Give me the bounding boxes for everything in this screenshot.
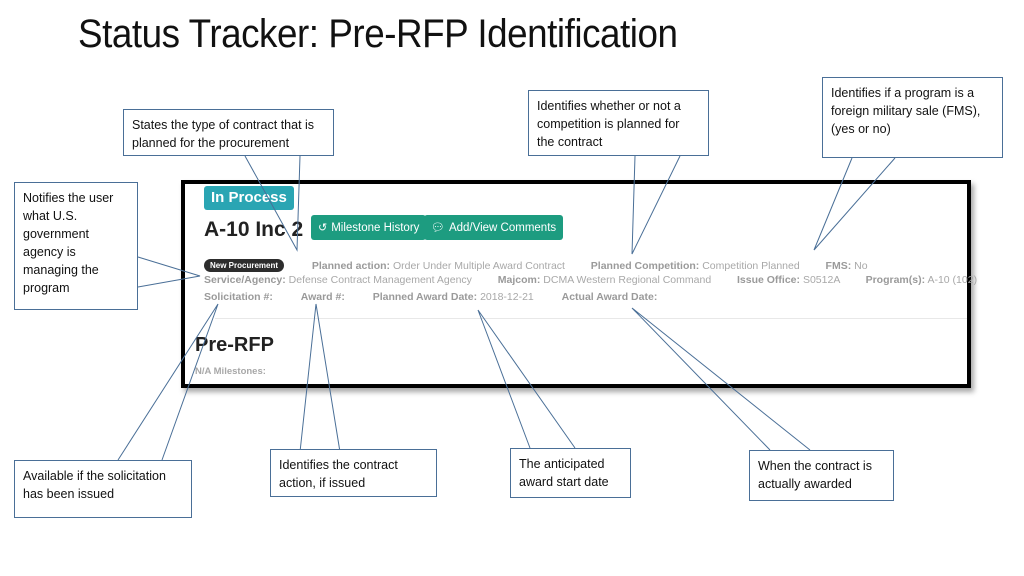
programs-label: Program(s): [865,274,926,286]
add-view-comments-button[interactable]: 💬︎ Add/View Comments [424,215,564,240]
slide-title: Status Tracker: Pre-RFP Identification [78,12,678,56]
callout-solicitation: Available if the solicitation has been i… [14,460,192,518]
program-title: A-10 Inc 2 [204,218,304,241]
fms-label: FMS: [825,260,852,272]
planned-action-value: Order Under Multiple Award Contract [392,260,565,272]
callout-fms: Identifies if a program is a foreign mil… [822,77,1003,158]
actual-award-date-label: Actual Award Date: [561,291,658,303]
fms-value: No [854,260,868,272]
callout-award: Identifies the contract action, if issue… [270,449,437,497]
section-title: Pre-RFP [195,334,274,356]
callout-actual-award-date: When the contract is actually awarded [749,450,894,501]
service-agency-value: Defense Contract Management Agency [288,274,472,286]
award-label: Award #: [300,291,345,303]
service-agency-label: Service/Agency: [204,274,286,286]
planned-award-date-value: 2018-12-21 [480,291,534,303]
info-row-1: New Procurement Planned action: Order Un… [204,259,868,272]
callout-agency: Notifies the user what U.S. government a… [14,182,138,310]
callout-competition: Identifies whether or not a competition … [528,90,709,156]
planned-action-label: Planned action: [311,260,391,272]
issue-office-label: Issue Office: [737,274,801,286]
milestones-label: N/A Milestones: [195,366,266,377]
planned-award-date-label: Planned Award Date: [372,291,478,303]
callout-planned-award-date: The anticipated award start date [510,448,631,498]
solicitation-label: Solicitation #: [204,291,273,303]
info-row-3: Solicitation #: Award #: Planned Award D… [204,291,657,303]
procurement-type-pill: New Procurement [204,259,285,272]
programs-value: A-10 (102) [927,274,978,286]
add-view-comments-label: Add/View Comments [448,221,557,234]
planned-competition-value: Competition Planned [702,260,800,272]
planned-competition-label: Planned Competition: [590,260,700,272]
issue-office-value: S0512A [802,274,840,286]
majcom-label: Majcom: [497,274,541,286]
status-tracker-screenshot: In Process A-10 Inc 2 ↺ Milestone Histor… [181,180,977,388]
callout-contract-type: States the type of contract that is plan… [123,109,334,156]
milestone-history-label: Milestone History [331,221,420,234]
info-row-2: Service/Agency: Defense Contract Managem… [204,274,977,286]
majcom-value: DCMA Western Regional Command [543,274,712,286]
section-divider [215,318,967,319]
history-icon: ↺ [318,222,328,234]
status-badge: In Process [204,186,294,210]
comments-icon: 💬︎ [431,222,445,234]
milestone-history-button[interactable]: ↺ Milestone History [311,215,427,240]
